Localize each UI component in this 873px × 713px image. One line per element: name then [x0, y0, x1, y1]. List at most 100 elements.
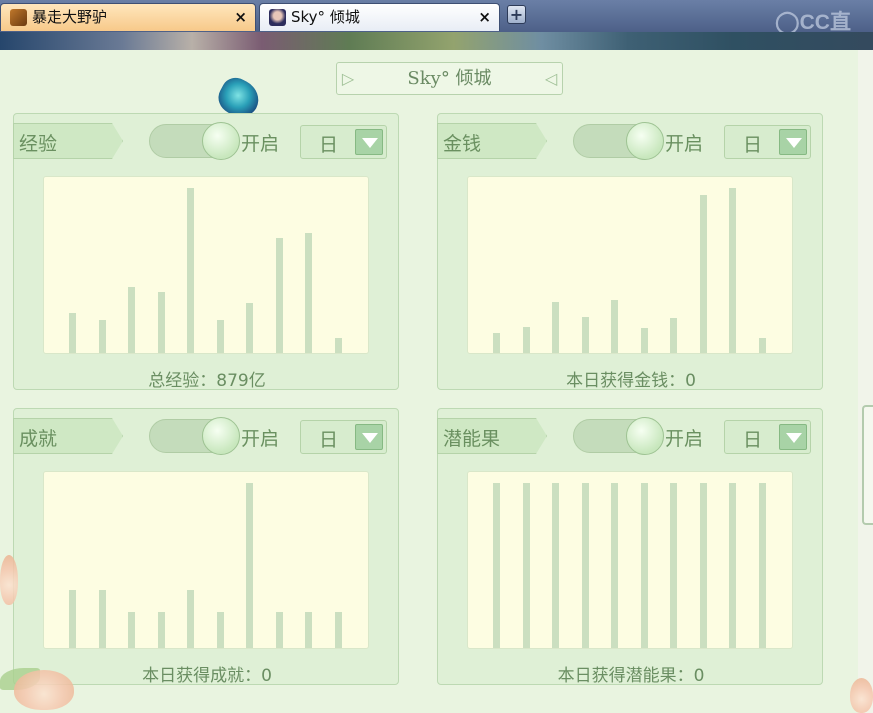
chart-bar	[640, 328, 648, 353]
money-card: 金钱 开启 日 本日获得金钱：0	[437, 113, 823, 391]
period-select[interactable]: 日	[724, 420, 811, 454]
side-frame	[862, 405, 873, 525]
toggle-label: 开启	[241, 133, 280, 155]
enable-toggle[interactable]	[573, 122, 664, 160]
toggle-knob[interactable]	[202, 417, 240, 455]
chart-bar	[69, 313, 76, 353]
character-avatar-icon	[269, 9, 286, 26]
chart-bar	[729, 188, 736, 353]
lotus-decoration	[14, 670, 74, 710]
bar-chart	[43, 471, 369, 649]
chart-bar	[522, 483, 530, 648]
lotus-decoration	[0, 555, 18, 605]
chart-bar	[246, 303, 253, 353]
chart-bar	[69, 590, 76, 648]
chart-bar	[334, 338, 342, 353]
card-title: 潜能果	[443, 428, 501, 450]
card-title: 金钱	[443, 133, 482, 155]
bar-chart	[43, 176, 369, 354]
chart-bar	[275, 612, 283, 648]
chart-bar	[216, 320, 224, 353]
chart-bar	[157, 612, 165, 648]
chart-bar	[275, 238, 283, 353]
chart-bar	[758, 483, 766, 648]
ornament-left-icon: ▷	[341, 69, 355, 88]
game-avatar-icon	[10, 9, 27, 26]
toggle-knob[interactable]	[626, 122, 664, 160]
tab-sky-qingcheng[interactable]: Sky° 倾城 ×	[259, 3, 500, 31]
chart-bar	[157, 292, 165, 353]
chart-bar	[611, 483, 618, 648]
toggle-label: 开启	[665, 133, 704, 155]
new-tab-button[interactable]: +	[507, 5, 526, 24]
tab-label: 暴走大野驴	[32, 8, 108, 26]
right-panel-edge	[858, 50, 873, 713]
chart-bar	[305, 612, 312, 648]
close-icon[interactable]: ×	[234, 4, 247, 30]
achievement-card: 成就 开启 日 本日获得成就：0	[13, 408, 399, 686]
chart-bar	[581, 317, 589, 353]
chart-bar	[128, 612, 135, 648]
toggle-label: 开启	[241, 428, 280, 450]
potential-fruit-card: 潜能果 开启 日 本日获得潜能果：0	[437, 408, 823, 686]
bar-chart	[467, 471, 793, 649]
chart-bar	[670, 318, 677, 353]
chart-bar	[305, 233, 312, 353]
card-title: 成就	[19, 428, 58, 450]
chart-bar	[187, 188, 194, 353]
enable-toggle[interactable]	[149, 122, 240, 160]
chart-bar	[552, 483, 559, 648]
chart-bar	[522, 327, 530, 353]
chart-bar	[216, 612, 224, 648]
panel-title: Sky° 倾城	[407, 68, 492, 89]
panel-title-plate: ▷ Sky° 倾城 ◁	[336, 62, 563, 95]
chart-bar	[552, 302, 559, 353]
summary-text: 总经验：879亿	[148, 371, 266, 391]
chart-bar	[699, 195, 707, 353]
card-title: 经验	[19, 133, 58, 155]
close-icon[interactable]: ×	[478, 4, 491, 30]
select-value: 日	[743, 429, 763, 451]
game-banner	[0, 32, 873, 50]
chart-bar	[493, 333, 500, 353]
bar-chart	[467, 176, 793, 354]
period-select[interactable]: 日	[724, 125, 811, 159]
chart-bar	[246, 483, 253, 648]
summary-text: 本日获得金钱：0	[566, 371, 696, 391]
chart-bar	[699, 483, 707, 648]
chevron-down-icon[interactable]	[779, 129, 807, 155]
chart-bar	[729, 483, 736, 648]
chart-bar	[640, 483, 648, 648]
lotus-decoration	[850, 678, 873, 713]
tab-baozou[interactable]: 暴走大野驴 ×	[0, 3, 256, 31]
experience-card: 经验 开启 日 总经验：879亿	[13, 113, 399, 391]
period-select[interactable]: 日	[300, 125, 387, 159]
chevron-down-icon[interactable]	[355, 129, 383, 155]
chart-bar	[493, 483, 500, 648]
select-value: 日	[319, 134, 339, 156]
browser-tab-strip: 暴走大野驴 × Sky° 倾城 × + ◯CC直	[0, 0, 873, 34]
summary-text: 本日获得潜能果：0	[557, 666, 705, 686]
tab-label: Sky° 倾城	[291, 8, 360, 26]
chevron-down-icon[interactable]	[355, 424, 383, 450]
chart-bar	[128, 287, 135, 353]
cc-logo-text: CC直	[799, 11, 851, 34]
chart-bar	[581, 483, 589, 648]
period-select[interactable]: 日	[300, 420, 387, 454]
enable-toggle[interactable]	[573, 417, 664, 455]
chart-bar	[611, 300, 618, 353]
select-value: 日	[319, 429, 339, 451]
chart-bar	[98, 320, 106, 353]
toggle-knob[interactable]	[202, 122, 240, 160]
enable-toggle[interactable]	[149, 417, 240, 455]
chart-bar	[758, 338, 766, 353]
chevron-down-icon[interactable]	[779, 424, 807, 450]
select-value: 日	[743, 134, 763, 156]
chart-bar	[98, 590, 106, 648]
toggle-knob[interactable]	[626, 417, 664, 455]
ornament-right-icon: ◁	[544, 69, 558, 88]
chart-bar	[670, 483, 677, 648]
toggle-label: 开启	[665, 428, 704, 450]
chart-bar	[334, 612, 342, 648]
chart-bar	[187, 590, 194, 648]
